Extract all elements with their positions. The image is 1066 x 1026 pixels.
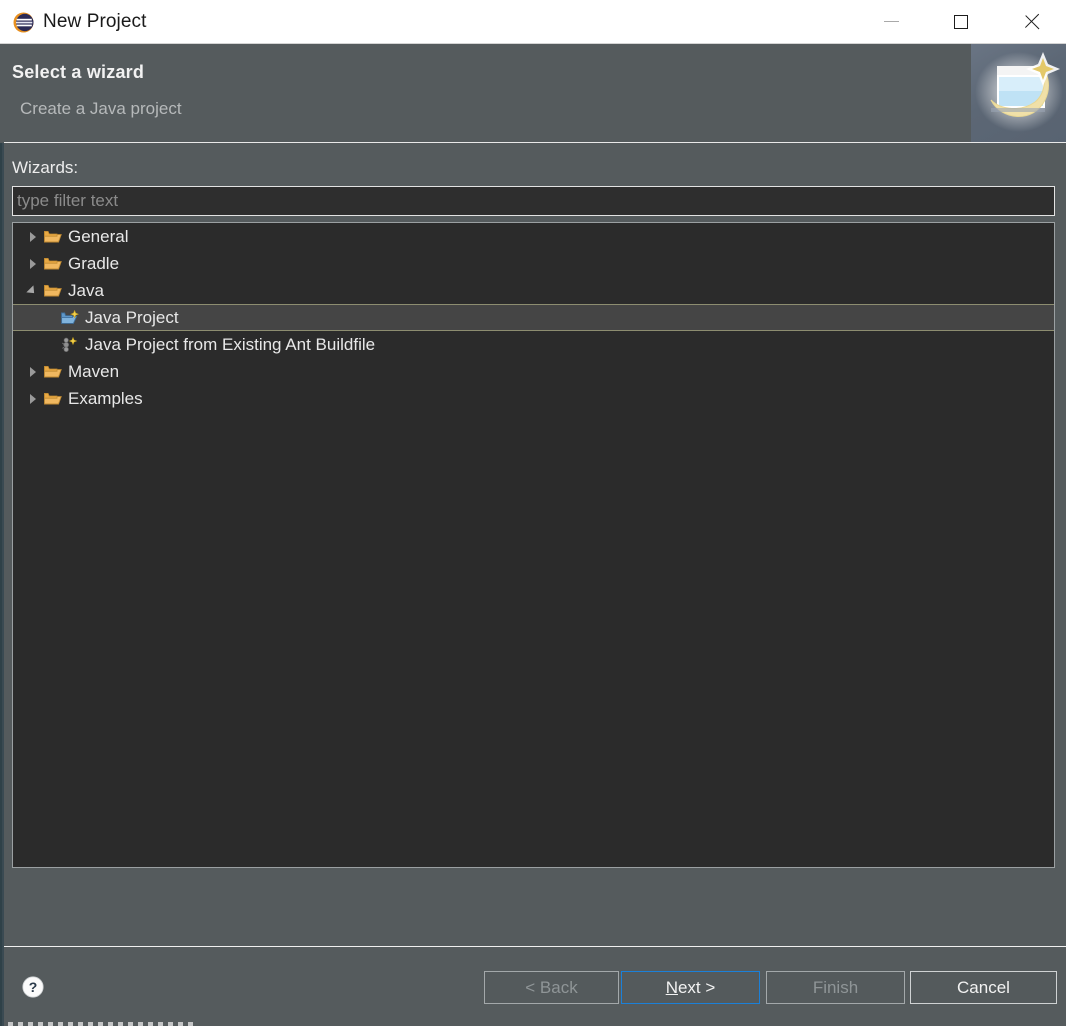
wizards-label: Wizards: <box>12 158 79 177</box>
tree-row-label: Java Project <box>85 308 179 327</box>
wizard-header: Select a wizard Create a Java project <box>0 44 1066 143</box>
maximize-icon <box>954 14 968 29</box>
wizard-body: Wizards: General Gradle Java Java Project Ja… <box>4 144 1066 946</box>
tree-row[interactable]: Examples <box>13 385 1054 412</box>
tree-row-label: Maven <box>68 362 120 381</box>
window-title: New Project <box>43 11 147 32</box>
tree-row-label: Java Project from Existing Ant Buildfile <box>85 335 376 354</box>
chevron-down-icon[interactable] <box>27 285 39 297</box>
wizard-button-bar: ? < Back Next > Finish Cancel <box>4 947 1066 1026</box>
new-project-wizard-dialog: New Project Select a wizard Create a Jav… <box>0 0 1066 1026</box>
window-resize-grip[interactable] <box>8 1022 198 1026</box>
minimize-icon <box>883 21 899 22</box>
chevron-right-icon[interactable] <box>27 393 39 405</box>
finish-button[interactable]: Finish <box>766 971 905 1004</box>
wizard-header-subtitle: Create a Java project <box>20 99 182 118</box>
folder-icon <box>44 363 62 380</box>
next-button-label: ext > <box>677 977 716 997</box>
wizard-banner <box>971 44 1066 143</box>
close-icon <box>1023 13 1040 30</box>
ant-buildfile-icon <box>61 336 79 353</box>
new-wizard-banner-icon <box>975 52 1063 132</box>
folder-icon <box>44 255 62 272</box>
window-titlebar[interactable]: New Project <box>0 0 1066 44</box>
tree-row[interactable]: Java Project <box>13 304 1054 331</box>
wizard-header-title: Select a wizard <box>12 62 145 82</box>
tree-row-label: General <box>68 227 129 246</box>
close-button[interactable] <box>996 0 1066 43</box>
tree-row[interactable]: Java <box>13 277 1054 304</box>
help-question-icon[interactable]: ? <box>22 976 44 998</box>
cancel-button[interactable]: Cancel <box>910 971 1057 1004</box>
tree-row-label: Gradle <box>68 254 120 273</box>
header-separator <box>4 142 1066 143</box>
tree-row[interactable]: Gradle <box>13 250 1054 277</box>
tree-row-label: Java <box>68 281 104 300</box>
filter-input[interactable] <box>12 186 1055 216</box>
window-left-edge-inner <box>0 44 2 1026</box>
chevron-right-icon[interactable] <box>27 231 39 243</box>
tree-row-label: Examples <box>68 389 143 408</box>
svg-text:?: ? <box>29 979 38 995</box>
chevron-right-icon[interactable] <box>27 258 39 270</box>
folder-icon <box>44 228 62 245</box>
folder-icon <box>44 282 62 299</box>
chevron-right-icon[interactable] <box>27 366 39 378</box>
back-button[interactable]: < Back <box>484 971 619 1004</box>
tree-row[interactable]: Java Project from Existing Ant Buildfile <box>13 331 1054 358</box>
folder-icon <box>44 390 62 407</box>
next-button-mnemonic: N <box>665 977 678 997</box>
minimize-button[interactable] <box>856 0 926 43</box>
maximize-button[interactable] <box>926 0 996 43</box>
next-button[interactable]: Next > <box>621 971 760 1004</box>
java-project-icon <box>61 309 79 326</box>
tree-row[interactable]: General <box>13 223 1054 250</box>
tree-row[interactable]: Maven <box>13 358 1054 385</box>
eclipse-icon <box>13 12 34 33</box>
wizards-tree[interactable]: General Gradle Java Java Project Java Projec… <box>12 222 1055 868</box>
